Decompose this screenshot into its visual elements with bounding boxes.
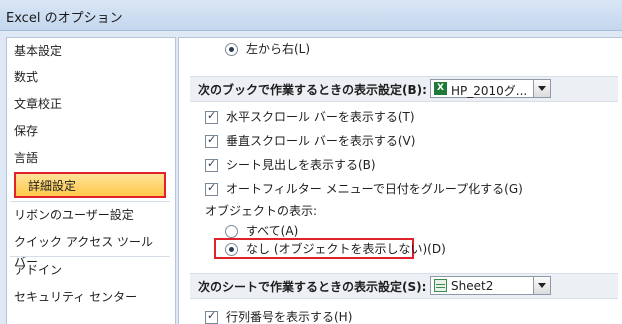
workbook-display-section-header: 次のブックで作業するときの表示設定(B):	[190, 76, 618, 102]
title-bar: Excel のオプション	[0, 0, 622, 31]
sidebar-item-language[interactable]: 言語	[14, 148, 164, 168]
sheet-display-heading: 次のシートで作業するときの表示設定(S):	[198, 280, 427, 294]
show-sheet-tabs-label: シート見出しを表示する(B)	[226, 158, 376, 172]
group-dates-autofilter-checkbox[interactable]	[205, 181, 218, 196]
objects-hide-radio[interactable]	[225, 243, 238, 256]
window-title: Excel のオプション	[6, 11, 123, 26]
excel-options-window: Excel のオプション 基本設定 数式 文章校正 保存 言語 詳細設定 リボン…	[0, 0, 622, 324]
sidebar-divider	[10, 201, 170, 202]
workbook-select[interactable]: X HP_2010グ...	[430, 79, 551, 98]
objects-show-all-radio[interactable]	[225, 225, 238, 238]
chevron-down-icon[interactable]	[533, 277, 550, 294]
sidebar-item-formulas[interactable]: 数式	[14, 67, 164, 87]
direction-ltr-radio[interactable]	[225, 43, 238, 56]
sidebar-item-trust-center[interactable]: セキュリティ センター	[14, 287, 164, 307]
sidebar-item-advanced[interactable]: 詳細設定	[14, 172, 166, 198]
show-sheet-tabs-checkbox[interactable]	[205, 157, 218, 172]
workbook-display-heading: 次のブックで作業するときの表示設定(B):	[198, 83, 427, 97]
show-vertical-scrollbar-checkbox[interactable]	[205, 133, 218, 148]
sidebar-item-advanced-label: 詳細設定	[28, 179, 77, 193]
sidebar-item-quick-access-toolbar[interactable]: クイック アクセス ツール バー	[14, 232, 164, 269]
chevron-down-icon[interactable]	[533, 80, 550, 97]
sheet-select-value: Sheet2	[451, 279, 494, 293]
sidebar-divider	[10, 256, 170, 257]
sheet-display-section-header: 次のシートで作業するときの表示設定(S):	[190, 273, 618, 299]
objects-hide-label: なし (オブジェクトを表示しない)(D)	[246, 242, 446, 256]
direction-ltr-label: 左から右(L)	[246, 42, 311, 56]
sidebar-item-save[interactable]: 保存	[14, 121, 164, 141]
sidebar-item-proofing[interactable]: 文章校正	[14, 94, 164, 114]
show-row-column-headers-checkbox[interactable]	[205, 309, 218, 324]
sidebar-item-addins[interactable]: アドイン	[14, 260, 164, 280]
show-horizontal-scrollbar-checkbox[interactable]	[205, 109, 218, 124]
excel-workbook-icon: X	[434, 82, 447, 95]
worksheet-icon	[434, 279, 447, 292]
show-row-column-headers-label: 行列番号を表示する(H)	[226, 310, 353, 324]
sidebar-item-general[interactable]: 基本設定	[14, 41, 164, 61]
group-dates-autofilter-label: オートフィルター メニューで日付をグループ化する(G)	[226, 182, 523, 196]
show-horizontal-scrollbar-label: 水平スクロール バーを表示する(T)	[226, 110, 415, 124]
workbook-select-value: HP_2010グ...	[451, 84, 528, 98]
sheet-select[interactable]: Sheet2	[430, 276, 551, 295]
sidebar-item-customize-ribbon[interactable]: リボンのユーザー設定	[14, 205, 164, 225]
show-vertical-scrollbar-label: 垂直スクロール バーを表示する(V)	[226, 134, 416, 148]
object-display-label: オブジェクトの表示:	[205, 204, 318, 218]
